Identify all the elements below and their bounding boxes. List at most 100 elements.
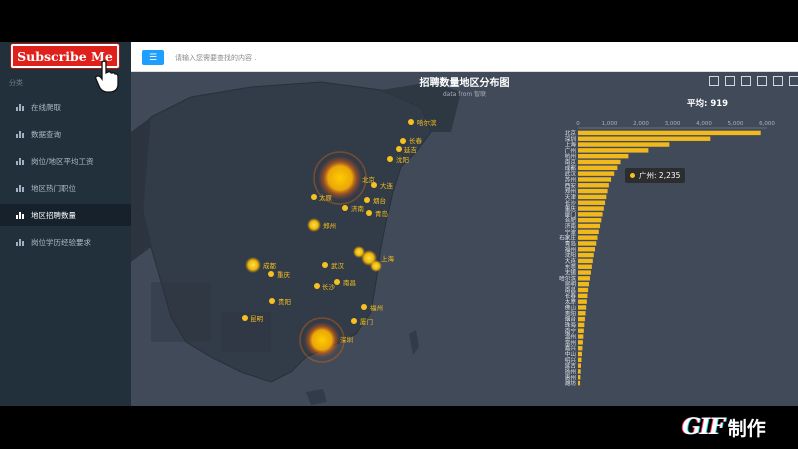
city-label: 长春 — [409, 136, 423, 145]
city-label: 深圳 — [340, 335, 353, 344]
bar — [578, 200, 606, 205]
clear-selection-icon[interactable] — [773, 76, 783, 86]
city-label: 福州 — [370, 303, 383, 312]
city-dot-zhengzhou — [307, 218, 321, 232]
x-tick-label: 4,000 — [696, 121, 712, 127]
category-label: 常州 — [565, 338, 576, 346]
city-label: 大连 — [380, 181, 394, 190]
bar — [578, 241, 597, 246]
category-label: 延吉 — [565, 362, 577, 370]
bar — [578, 281, 590, 287]
sidebar-group-label: 分类 — [9, 79, 23, 87]
sidebar-item-education-experience[interactable]: 岗位学历经验要求 — [0, 231, 131, 253]
sidebar-item-label: 岗位学历经验要求 — [31, 237, 91, 247]
search-input[interactable]: 请输入您需要查找的内容 . — [175, 50, 475, 65]
chart-toolbox — [709, 76, 798, 86]
category-label: 宁波 — [565, 228, 577, 236]
map-island-taiwan — [409, 330, 419, 355]
menu-icon: ☰ — [148, 52, 158, 63]
lasso-icon[interactable] — [757, 76, 767, 86]
bar — [578, 322, 585, 328]
city-label: 郑州 — [323, 222, 336, 230]
bar-chart-icon — [16, 238, 25, 246]
chart-tooltip: 广州: 2,235 — [625, 168, 686, 183]
city-dot-harbin — [408, 119, 414, 125]
category-label: 合肥 — [565, 216, 577, 224]
top-header: ☰ 请输入您需要查找的内容 . — [131, 42, 798, 72]
bar — [578, 229, 599, 235]
city-dot-xiamen — [351, 318, 357, 324]
category-label: 厦门 — [565, 210, 577, 218]
bar — [578, 212, 603, 217]
sidebar-item-avg-salary[interactable]: 岗位/地区平均工资 — [0, 150, 131, 172]
x-tick-label: 5,000 — [728, 121, 744, 127]
sidebar-item-hot-jobs[interactable]: 地区热门职位 — [0, 177, 131, 199]
x-tick-label: 2,000 — [633, 121, 649, 127]
category-label: 郑州 — [565, 187, 576, 195]
category-label: 南宁 — [565, 327, 577, 335]
category-label: 太原 — [565, 298, 577, 306]
bar — [578, 375, 581, 380]
city-label: 北京 — [362, 175, 376, 184]
map-chart-panel: 哈尔滨 长春 延吉 沈阳 北京 大连 太原 济南 烟台 青岛 郑州 成都 武汉 … — [131, 72, 798, 406]
category-label: 珠海 — [565, 321, 577, 329]
hand-pointer-icon — [95, 60, 119, 93]
category-label: 嘉兴 — [565, 344, 577, 352]
sidebar-item-data-query[interactable]: 数据查询 — [0, 123, 131, 145]
city-dot-shenyang — [387, 156, 393, 162]
menu-toggle-button[interactable]: ☰ — [142, 50, 164, 65]
average-label: 平均: 919 — [687, 99, 729, 109]
city-dot-yanji — [396, 146, 402, 152]
city-label: 济南 — [351, 204, 365, 213]
category-label: 西安 — [565, 181, 577, 189]
category-label: 长春 — [565, 292, 577, 300]
sidebar-item-online-crawl[interactable]: 在线爬取 — [0, 96, 131, 118]
sidebar-item-label: 地区招聘数量 — [31, 210, 76, 220]
bar — [578, 159, 621, 165]
city-dot-chengdu — [245, 257, 261, 273]
bar — [578, 305, 587, 310]
sidebar-item-label: 在线爬取 — [31, 102, 61, 112]
city-label: 武汉 — [331, 261, 345, 270]
city-dot-jinan — [342, 205, 348, 211]
category-label: 北京 — [565, 129, 577, 137]
keep-selection-icon[interactable] — [741, 76, 751, 86]
polygon-select-icon[interactable] — [725, 76, 735, 86]
save-image-icon[interactable] — [789, 76, 798, 86]
city-label: 重庆 — [277, 270, 291, 279]
x-tick-label: 3,000 — [665, 121, 681, 127]
category-label: 石家庄 — [559, 234, 576, 242]
screen-frame: 分类 在线爬取 数据查询 岗位/地区平均工资 地区热门职位 地区招聘数量 岗位学… — [0, 0, 798, 449]
bar — [578, 316, 585, 322]
category-label: 温州 — [565, 333, 576, 341]
category-label: 扬州 — [565, 367, 576, 375]
city-dot-kunming — [242, 315, 248, 321]
bar — [578, 311, 586, 316]
sidebar-item-recruit-count[interactable]: 地区招聘数量 — [0, 204, 131, 226]
sidebar-item-label: 岗位/地区平均工资 — [31, 156, 94, 166]
city-label: 南昌 — [343, 278, 356, 287]
bar — [578, 258, 593, 264]
bar-chart-icon — [16, 211, 25, 219]
bar — [578, 299, 587, 304]
letterbox-bottom — [0, 406, 798, 449]
sidebar-item-label: 数据查询 — [31, 129, 61, 139]
category-label: 南昌 — [565, 286, 576, 294]
category-label: 深圳 — [565, 135, 577, 143]
bar — [578, 287, 589, 293]
category-label: 中山 — [565, 350, 576, 358]
city-dot-qingdao — [366, 210, 372, 216]
bar — [578, 235, 598, 240]
category-label: 重庆 — [565, 205, 577, 213]
category-label: 广州 — [565, 146, 576, 154]
bar — [578, 217, 602, 223]
rect-select-icon[interactable] — [709, 76, 719, 86]
bar — [578, 223, 601, 229]
category-label: 南京 — [565, 158, 577, 166]
bar — [578, 363, 581, 368]
chart-title: 招聘数量地区分布图 — [419, 78, 510, 89]
city-dot-fuzhou — [361, 304, 367, 310]
tooltip-city: 广州 — [639, 171, 654, 180]
bar — [578, 171, 615, 176]
city-dot-taiyuan — [311, 194, 317, 200]
